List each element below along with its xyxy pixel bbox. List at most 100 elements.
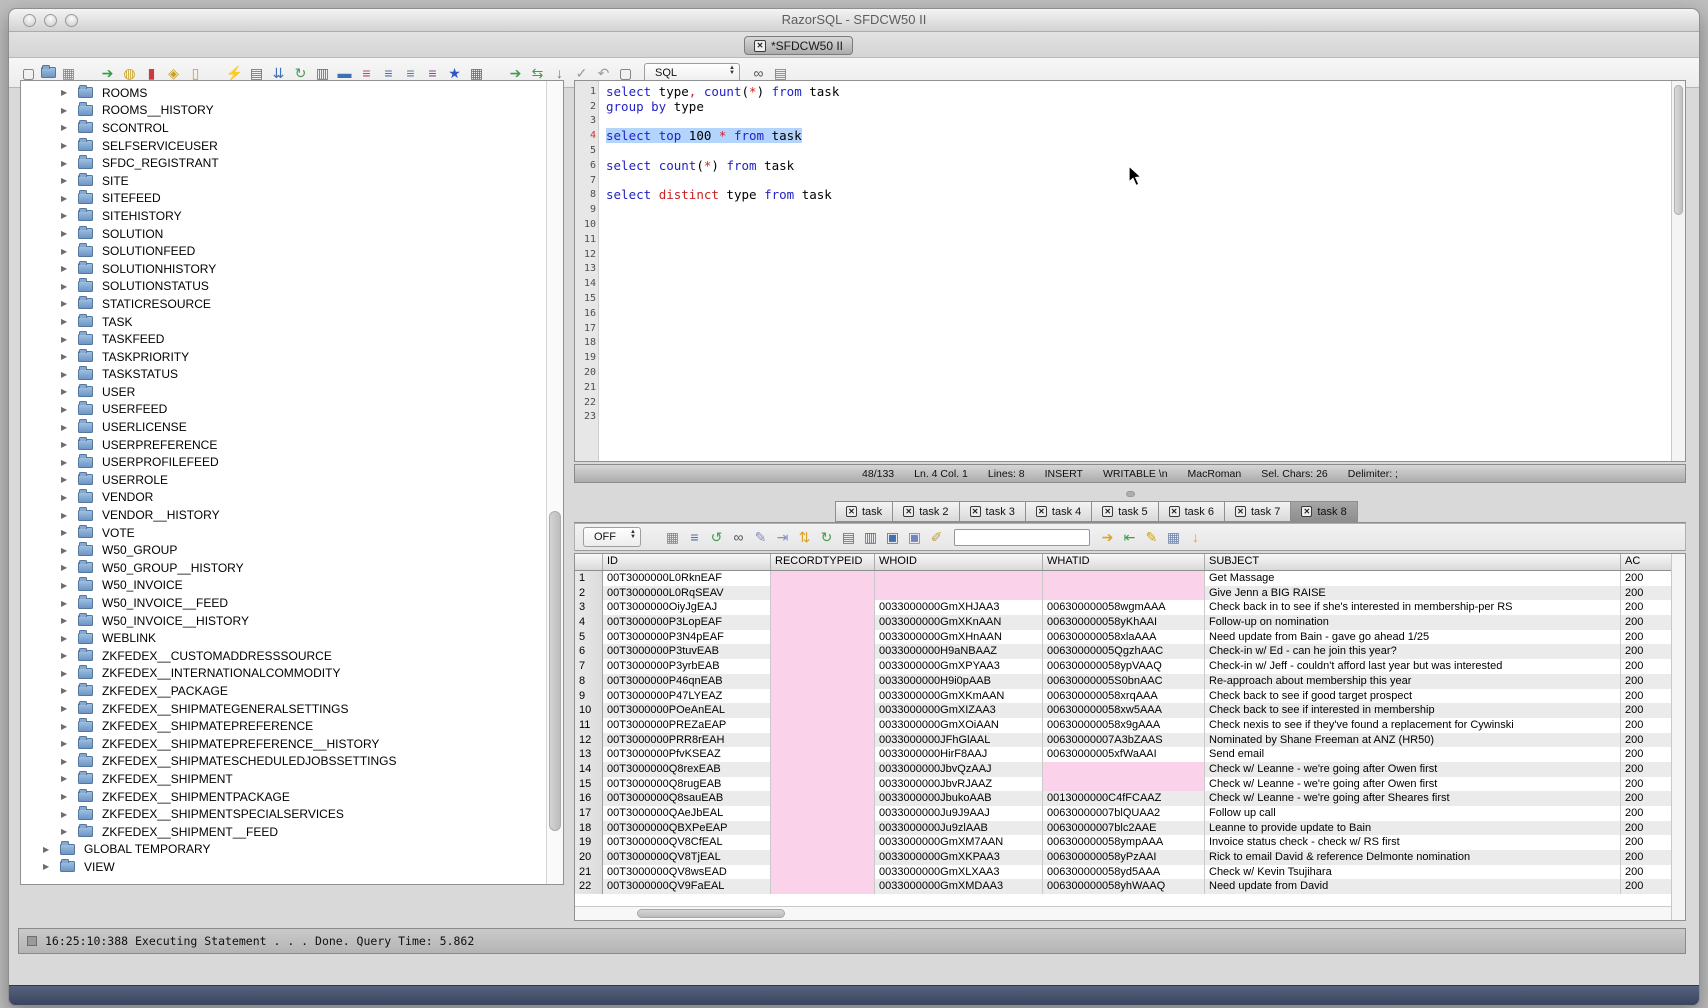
reexecute-icon[interactable]: ↻: [817, 528, 836, 547]
view-row-icon[interactable]: ∞: [729, 528, 748, 547]
tree-item-scontrol[interactable]: ▶SCONTROL: [21, 119, 546, 137]
table-row[interactable]: 200T3000000L0RqSEAVGive Jenn a BIG RAISE…: [575, 586, 1685, 601]
disclosure-triangle-icon[interactable]: ▶: [61, 123, 70, 132]
table-row[interactable]: 1100T3000000PREZaEAP0033000000GmXOiAAN00…: [575, 718, 1685, 733]
results-hscrollbar-thumb[interactable]: [637, 909, 785, 918]
tree-item-sfdc_registrant[interactable]: ▶SFDC_REGISTRANT: [21, 154, 546, 172]
open-file-icon[interactable]: [41, 67, 56, 78]
disclosure-triangle-icon[interactable]: ▶: [43, 845, 52, 854]
close-results-tab-icon[interactable]: ✕: [1169, 506, 1180, 517]
editor-scrollbar-thumb[interactable]: [1674, 85, 1683, 215]
table-row[interactable]: 2000T3000000QV8TjEAL0033000000GmXKPAA300…: [575, 850, 1685, 865]
sql-code-area[interactable]: select type, count(*) from taskgroup by …: [599, 81, 1671, 461]
tree-item-zkfedex__internationalcommodity[interactable]: ▶ZKFEDEX__INTERNATIONALCOMMODITY: [21, 665, 546, 683]
column-header-WHOID[interactable]: WHOID: [875, 554, 1043, 570]
tree-item-zkfedex__package[interactable]: ▶ZKFEDEX__PACKAGE: [21, 682, 546, 700]
tree-item-solutionstatus[interactable]: ▶SOLUTIONSTATUS: [21, 278, 546, 296]
download-icon[interactable]: ↓: [1186, 528, 1205, 547]
editor-scrollbar[interactable]: [1671, 81, 1685, 461]
tree-item-taskpriority[interactable]: ▶TASKPRIORITY: [21, 348, 546, 366]
tree-item-zkfedex__shipmentspecialservices[interactable]: ▶ZKFEDEX__SHIPMENTSPECIALSERVICES: [21, 805, 546, 823]
layout-icon[interactable]: ▥: [861, 528, 880, 547]
column-header-WHATID[interactable]: WHATID: [1043, 554, 1205, 570]
tree-item-zkfedex__shipmentpackage[interactable]: ▶ZKFEDEX__SHIPMENTPACKAGE: [21, 788, 546, 806]
disclosure-triangle-icon[interactable]: ▶: [61, 88, 70, 97]
column-header-RECORDTYPEID[interactable]: RECORDTYPEID: [771, 554, 875, 570]
tree-item-solutionfeed[interactable]: ▶SOLUTIONFEED: [21, 242, 546, 260]
tree-item-w50_group__history[interactable]: ▶W50_GROUP__HISTORY: [21, 559, 546, 577]
disclosure-triangle-icon[interactable]: ▶: [61, 440, 70, 449]
close-results-tab-icon[interactable]: ✕: [1102, 506, 1113, 517]
tree-item-selfserviceuser[interactable]: ▶SELFSERVICEUSER: [21, 137, 546, 155]
disclosure-triangle-icon[interactable]: ▶: [61, 686, 70, 695]
tree-item-zkfedex__shipment[interactable]: ▶ZKFEDEX__SHIPMENT: [21, 770, 546, 788]
tree-item-user[interactable]: ▶USER: [21, 383, 546, 401]
disclosure-triangle-icon[interactable]: ▶: [61, 669, 70, 678]
table-row[interactable]: 600T3000000P3tuvEAB0033000000H9aNBAAZ006…: [575, 644, 1685, 659]
disclosure-triangle-icon[interactable]: ▶: [61, 264, 70, 273]
results-tab-task-5[interactable]: ✕task 5: [1091, 501, 1158, 522]
disclosure-triangle-icon[interactable]: ▶: [61, 317, 70, 326]
table-row[interactable]: 500T3000000P3N4pEAF0033000000GmXHnAAN006…: [575, 630, 1685, 645]
disclosure-triangle-icon[interactable]: ▶: [61, 581, 70, 590]
copy-icon[interactable]: ▣: [883, 528, 902, 547]
disclosure-triangle-icon[interactable]: ▶: [43, 862, 52, 871]
disclosure-triangle-icon[interactable]: ▶: [61, 475, 70, 484]
disclosure-triangle-icon[interactable]: ▶: [61, 423, 70, 432]
disclosure-triangle-icon[interactable]: ▶: [61, 757, 70, 766]
tree-item-w50_invoice__feed[interactable]: ▶W50_INVOICE__FEED: [21, 594, 546, 612]
tree-item-taskstatus[interactable]: ▶TASKSTATUS: [21, 366, 546, 384]
disclosure-triangle-icon[interactable]: ▶: [61, 810, 70, 819]
column-header-rownum[interactable]: [575, 554, 603, 570]
results-search-input[interactable]: [954, 529, 1090, 546]
table-row[interactable]: 1600T3000000Q8sauEAB0033000000JbukoAAB00…: [575, 791, 1685, 806]
table-row[interactable]: 2100T3000000QV8wsEAD0033000000GmXLXAA300…: [575, 865, 1685, 880]
close-tab-icon[interactable]: ✕: [754, 40, 766, 52]
disclosure-triangle-icon[interactable]: ▶: [61, 352, 70, 361]
disclosure-triangle-icon[interactable]: ▶: [61, 176, 70, 185]
close-results-tab-icon[interactable]: ✕: [1301, 506, 1312, 517]
tree-item-w50_invoice__history[interactable]: ▶W50_INVOICE__HISTORY: [21, 612, 546, 630]
tree-item-site[interactable]: ▶SITE: [21, 172, 546, 190]
results-tab-task-6[interactable]: ✕task 6: [1158, 501, 1225, 522]
disclosure-triangle-icon[interactable]: ▶: [61, 739, 70, 748]
filter-sort-icon[interactable]: ≡: [685, 528, 704, 547]
close-results-tab-icon[interactable]: ✕: [1235, 506, 1246, 517]
copy-special-icon[interactable]: ▣: [905, 528, 924, 547]
disclosure-triangle-icon[interactable]: ▶: [61, 599, 70, 608]
disclosure-triangle-icon[interactable]: ▶: [61, 546, 70, 555]
results-tab-task-8[interactable]: ✕task 8: [1290, 501, 1357, 522]
disclosure-triangle-icon[interactable]: ▶: [61, 634, 70, 643]
disclosure-triangle-icon[interactable]: ▶: [61, 370, 70, 379]
tree-item-rooms__history[interactable]: ▶ROOMS__HISTORY: [21, 102, 546, 120]
disclosure-triangle-icon[interactable]: ▶: [61, 722, 70, 731]
disclosure-triangle-icon[interactable]: ▶: [61, 141, 70, 150]
edit-row-icon[interactable]: ✎: [751, 528, 770, 547]
tree-scrollbar[interactable]: [546, 81, 563, 884]
tree-item-userlicense[interactable]: ▶USERLICENSE: [21, 418, 546, 436]
disclosure-triangle-icon[interactable]: ▶: [61, 106, 70, 115]
close-results-tab-icon[interactable]: ✕: [1036, 506, 1047, 517]
disclosure-triangle-icon[interactable]: ▶: [61, 211, 70, 220]
table-row[interactable]: 2200T3000000QV9FaEAL0033000000GmXMDAA300…: [575, 879, 1685, 894]
tree-item-zkfedex__shipmatepreference[interactable]: ▶ZKFEDEX__SHIPMATEPREFERENCE: [21, 717, 546, 735]
disclosure-triangle-icon[interactable]: ▶: [61, 528, 70, 537]
disclosure-triangle-icon[interactable]: ▶: [61, 511, 70, 520]
results-tab-task-7[interactable]: ✕task 7: [1224, 501, 1291, 522]
disclosure-triangle-icon[interactable]: ▶: [61, 792, 70, 801]
table-row[interactable]: 1000T3000000POeAnEAL0033000000GmXIZAA300…: [575, 703, 1685, 718]
table-row[interactable]: 900T3000000P47LYEAZ0033000000GmXKmAAN006…: [575, 689, 1685, 704]
table-row[interactable]: 300T3000000OiyJgEAJ0033000000GmXHJAA3006…: [575, 600, 1685, 615]
limit-dropdown[interactable]: OFF ▲▼: [583, 527, 641, 547]
table-row[interactable]: 100T3000000L0RknEAFGet Massage200: [575, 571, 1685, 586]
results-tab-task-4[interactable]: ✕task 4: [1025, 501, 1092, 522]
table-row[interactable]: 800T3000000P46qnEAB0033000000H9i0pAAB006…: [575, 674, 1685, 689]
disclosure-triangle-icon[interactable]: ▶: [61, 194, 70, 203]
tree-item-sitefeed[interactable]: ▶SITEFEED: [21, 190, 546, 208]
insert-row-icon[interactable]: ⇥: [773, 528, 792, 547]
results-vscrollbar[interactable]: [1671, 554, 1685, 920]
results-tab-task[interactable]: ✕task: [835, 501, 893, 522]
table-row[interactable]: 1500T3000000Q8rugEAB0033000000JbvRJAAZCh…: [575, 777, 1685, 792]
column-header-ID[interactable]: ID: [603, 554, 771, 570]
disclosure-triangle-icon[interactable]: ▶: [61, 704, 70, 713]
